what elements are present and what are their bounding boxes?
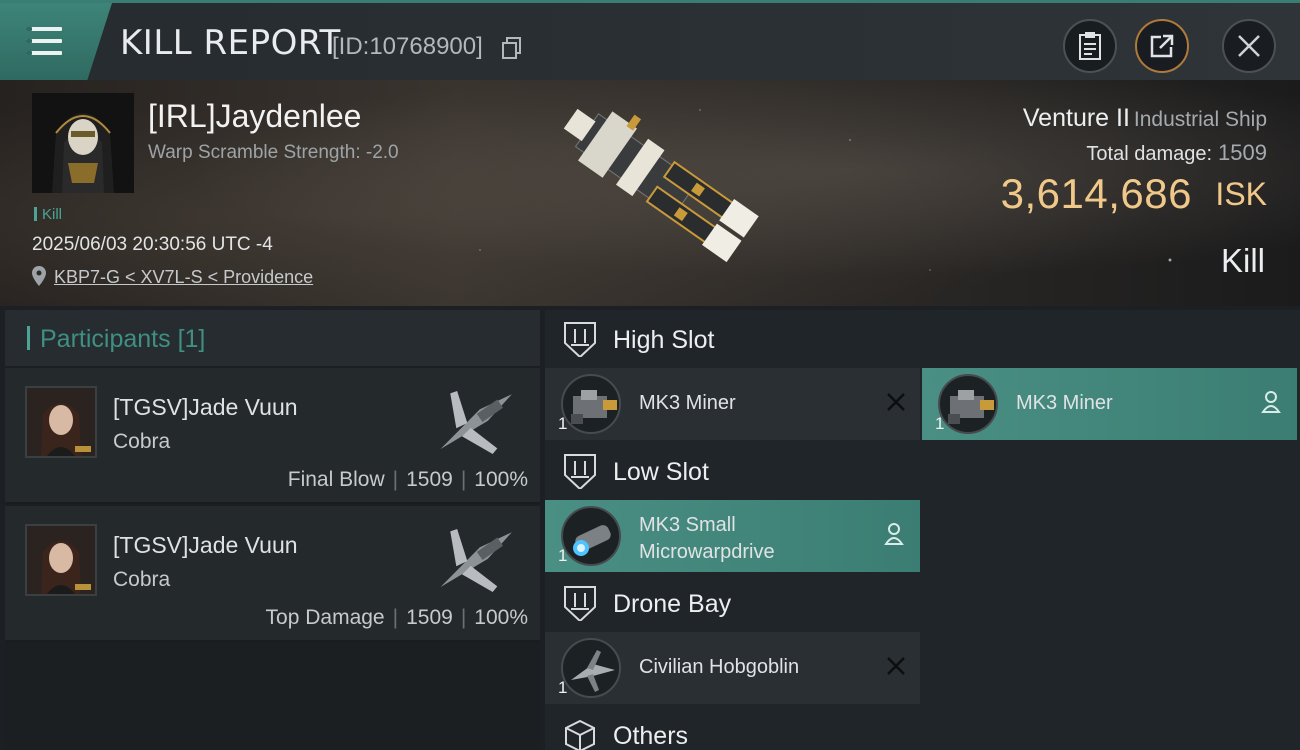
total-damage-value: 1509 — [1218, 140, 1267, 165]
drone-bay-label: Drone Bay — [613, 590, 732, 618]
module-quantity: 1 — [558, 546, 568, 565]
hamburger-icon[interactable] — [26, 27, 62, 55]
module-icon — [561, 506, 621, 566]
participant-percent: 100% — [474, 468, 528, 491]
participant-stats: Top Damage | 1509 | 100% — [265, 606, 528, 629]
victim-avatar[interactable] — [32, 93, 134, 193]
participant-role: Top Damage — [265, 606, 385, 629]
drone-bay-header: Drone Bay — [545, 574, 1300, 632]
module-name: MK3 Miner — [1016, 392, 1113, 414]
location-pin-icon — [32, 266, 46, 286]
copy-icon[interactable] — [502, 37, 522, 59]
participant-damage: 1509 — [406, 468, 453, 491]
clipboard-button[interactable] — [1063, 19, 1117, 73]
kill-tag: Kill — [34, 206, 62, 223]
participant-avatar[interactable] — [25, 524, 97, 596]
fitting-panel: High Slot 1 MK3 Miner 1 MK3 Miner Low Sl… — [545, 310, 1300, 750]
share-button[interactable] — [1135, 19, 1189, 73]
microwarpdrive-icon — [573, 525, 611, 556]
isk-unit: ISK — [1215, 176, 1267, 212]
others-header: Others — [545, 706, 1300, 750]
venture-ship-image — [563, 108, 759, 263]
module-icon — [561, 638, 621, 698]
total-damage-label: Total damage: — [1086, 143, 1213, 165]
result-label: Kill — [1220, 242, 1265, 279]
slot-shield-icon — [564, 322, 596, 357]
participant-ship: Cobra — [113, 430, 171, 453]
low-slot-header: Low Slot — [545, 442, 1300, 500]
module-mk3-small-mwd-dropped[interactable]: 1 MK3 Small Microwarpdrive — [545, 500, 920, 572]
participant-stats: Final Blow | 1509 | 100% — [287, 468, 528, 491]
report-id: [ID:10768900] — [332, 33, 483, 60]
module-icon — [561, 374, 621, 434]
participant-row-top-damage[interactable]: [TGSV]Jade Vuun Cobra Top Damage | 1509 | 10… — [5, 506, 540, 642]
participant-damage: 1509 — [406, 606, 453, 629]
menu-button[interactable] — [0, 3, 112, 80]
high-slot-label: High Slot — [613, 326, 715, 354]
victim-summary: [IRL]Jaydenlee Warp Scramble Strength: -… — [0, 80, 1300, 306]
miner-icon — [948, 390, 994, 424]
female-pilot-portrait — [27, 526, 95, 594]
victim-ship-name[interactable]: Venture II — [1023, 104, 1130, 132]
victim-pilot-name[interactable]: [IRL]Jaydenlee — [148, 98, 361, 135]
kill-location-link[interactable]: KBP7-G < XV7L-S < Providence — [54, 267, 313, 288]
participant-role: Final Blow — [287, 468, 385, 491]
module-quantity: 1 — [558, 678, 568, 697]
participant-ship: Cobra — [113, 568, 171, 591]
cargo-box-icon — [565, 719, 595, 750]
participant-avatar[interactable] — [25, 386, 97, 458]
person-icon — [1261, 391, 1281, 413]
drone-civilian-hobgoblin-destroyed[interactable]: 1 Civilian Hobgoblin — [545, 632, 920, 704]
total-damage: Total damage: 1509 — [1086, 140, 1267, 166]
clipboard-icon — [1079, 32, 1101, 60]
module-quantity: 1 — [935, 414, 945, 433]
isk-value: 3,614,686 — [1000, 170, 1192, 217]
destroyed-x-icon — [887, 393, 905, 411]
participants-header: Participants [1] — [5, 310, 540, 366]
participant-percent: 100% — [474, 606, 528, 629]
slot-shield-icon — [564, 586, 596, 621]
participant-name[interactable]: [TGSV]Jade Vuun — [113, 532, 298, 559]
miner-icon — [571, 390, 617, 424]
participant-name[interactable]: [TGSV]Jade Vuun — [113, 394, 298, 421]
high-slot-header: High Slot — [545, 310, 1300, 368]
participant-row-final-blow[interactable]: [TGSV]Jade Vuun Cobra Final Blow | 1509 | 10… — [5, 368, 540, 504]
drone-icon — [571, 650, 615, 692]
others-label: Others — [613, 722, 689, 750]
victim-ship-class: Industrial Ship — [1133, 108, 1267, 131]
cobra-ship-image — [440, 529, 512, 592]
warp-scramble-strength: Warp Scramble Strength: -2.0 — [148, 142, 399, 163]
cobra-ship-image — [440, 391, 512, 454]
module-name: MK3 Small Microwarpdrive — [639, 514, 775, 563]
header-bar: KILL REPORT [ID:10768900] — [0, 0, 1300, 80]
slot-shield-icon — [564, 454, 596, 489]
share-icon — [1150, 34, 1174, 58]
module-mk3-miner-destroyed[interactable]: 1 MK3 Miner — [545, 368, 920, 440]
person-icon — [884, 523, 904, 545]
low-slot-label: Low Slot — [613, 458, 709, 486]
female-pilot-portrait — [27, 388, 95, 456]
participants-panel: Participants [1] [TGSV]Jade Vuun Cobra F — [5, 310, 540, 750]
hooded-pilot-portrait — [32, 93, 134, 193]
participants-title: Participants [1] — [40, 325, 206, 353]
kill-datetime: 2025/06/03 20:30:56 UTC -4 — [32, 234, 273, 255]
header-accent-bar — [27, 326, 30, 350]
module-quantity: 1 — [558, 414, 568, 433]
module-name: MK3 Miner — [639, 392, 736, 414]
destroyed-x-icon — [887, 657, 905, 675]
close-button[interactable] — [1222, 19, 1276, 73]
module-name: Civilian Hobgoblin — [639, 656, 800, 678]
module-icon — [938, 374, 998, 434]
page-title: KILL REPORT — [120, 23, 341, 63]
module-mk3-miner-dropped[interactable]: 1 MK3 Miner — [922, 368, 1297, 440]
victim-ship: Venture II Industrial Ship — [1023, 104, 1267, 133]
close-icon — [1238, 35, 1260, 57]
